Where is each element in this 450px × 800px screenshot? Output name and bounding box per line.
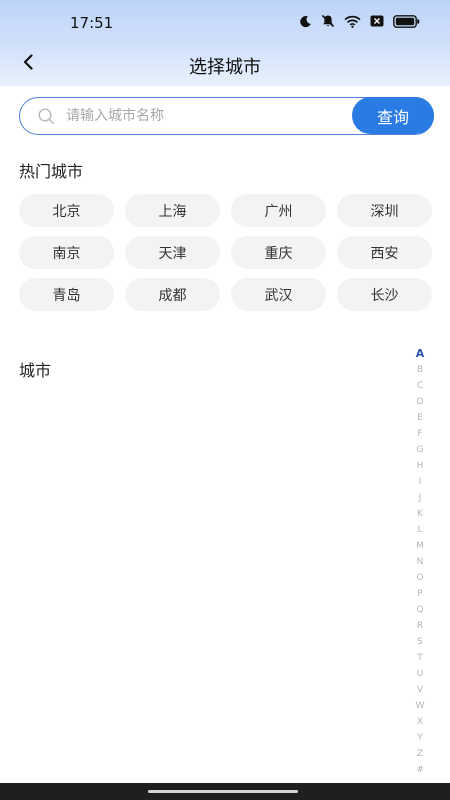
hot-cities-title: 热门城市 xyxy=(19,162,84,181)
index-letter-v[interactable]: V xyxy=(417,682,423,698)
search-input[interactable] xyxy=(66,104,346,128)
hot-city-chip[interactable]: 广州 xyxy=(231,194,326,227)
hot-city-chip[interactable]: 长沙 xyxy=(337,278,432,311)
index-letter-p[interactable]: P xyxy=(417,586,422,602)
navigation-bar: 选择城市 xyxy=(0,44,450,86)
index-letter-h[interactable]: H xyxy=(417,458,424,474)
moon-icon xyxy=(299,15,312,28)
index-letter-e[interactable]: E xyxy=(417,410,423,426)
home-indicator[interactable] xyxy=(148,790,298,793)
search-icon xyxy=(38,108,55,129)
index-letter-m[interactable]: M xyxy=(416,538,424,554)
index-letter-b[interactable]: B xyxy=(417,362,423,378)
status-time: 17:51 xyxy=(70,14,114,32)
alphabet-index-bar: A B C D E F G H I J K L M N O P Q R S T U V W X Y Z # xyxy=(412,346,428,778)
hot-city-chip[interactable]: 西安 xyxy=(337,236,432,269)
bell-muted-icon xyxy=(321,14,335,28)
search-bar: 查询 xyxy=(19,97,434,135)
sim-off-icon xyxy=(370,15,384,27)
index-letter-j[interactable]: J xyxy=(419,490,422,506)
city-list-title: 城市 xyxy=(19,361,52,380)
index-letter-y[interactable]: Y xyxy=(417,730,423,746)
index-letter-f[interactable]: F xyxy=(417,426,422,442)
index-letter-x[interactable]: X xyxy=(417,714,423,730)
index-letter-w[interactable]: W xyxy=(416,698,425,714)
hot-city-chip[interactable]: 深圳 xyxy=(337,194,432,227)
index-letter-d[interactable]: D xyxy=(417,394,424,410)
index-letter-n[interactable]: N xyxy=(417,554,424,570)
wifi-icon xyxy=(344,15,361,28)
index-letter-z[interactable]: Z xyxy=(417,746,423,762)
hot-city-chip[interactable]: 天津 xyxy=(125,236,220,269)
index-letter-a[interactable]: A xyxy=(416,346,425,362)
hot-cities-grid: 北京 上海 广州 深圳 南京 天津 重庆 西安 青岛 成都 武汉 长沙 xyxy=(19,194,433,311)
hot-city-chip[interactable]: 上海 xyxy=(125,194,220,227)
index-letter-c[interactable]: C xyxy=(417,378,423,394)
system-navigation-bar xyxy=(0,783,450,800)
hot-city-chip[interactable]: 成都 xyxy=(125,278,220,311)
index-letter-o[interactable]: O xyxy=(416,570,423,586)
hot-city-chip[interactable]: 南京 xyxy=(19,236,114,269)
index-letter-u[interactable]: U xyxy=(417,666,424,682)
hot-city-chip[interactable]: 青岛 xyxy=(19,278,114,311)
index-letter-t[interactable]: T xyxy=(417,650,423,666)
status-icons xyxy=(299,14,420,28)
index-letter-r[interactable]: R xyxy=(417,618,423,634)
index-letter-hash[interactable]: # xyxy=(416,762,424,778)
hot-city-chip[interactable]: 武汉 xyxy=(231,278,326,311)
index-letter-s[interactable]: S xyxy=(417,634,423,650)
index-letter-i[interactable]: I xyxy=(419,474,422,490)
hot-city-chip[interactable]: 重庆 xyxy=(231,236,326,269)
index-letter-q[interactable]: Q xyxy=(416,602,423,618)
battery-icon xyxy=(393,14,420,28)
index-letter-g[interactable]: G xyxy=(417,442,424,458)
page-title: 选择城市 xyxy=(189,57,261,78)
hot-city-chip[interactable]: 北京 xyxy=(19,194,114,227)
index-letter-k[interactable]: K xyxy=(417,506,423,522)
search-button[interactable]: 查询 xyxy=(352,97,434,134)
status-bar: 17:51 xyxy=(0,0,450,44)
index-letter-l[interactable]: L xyxy=(417,522,422,538)
